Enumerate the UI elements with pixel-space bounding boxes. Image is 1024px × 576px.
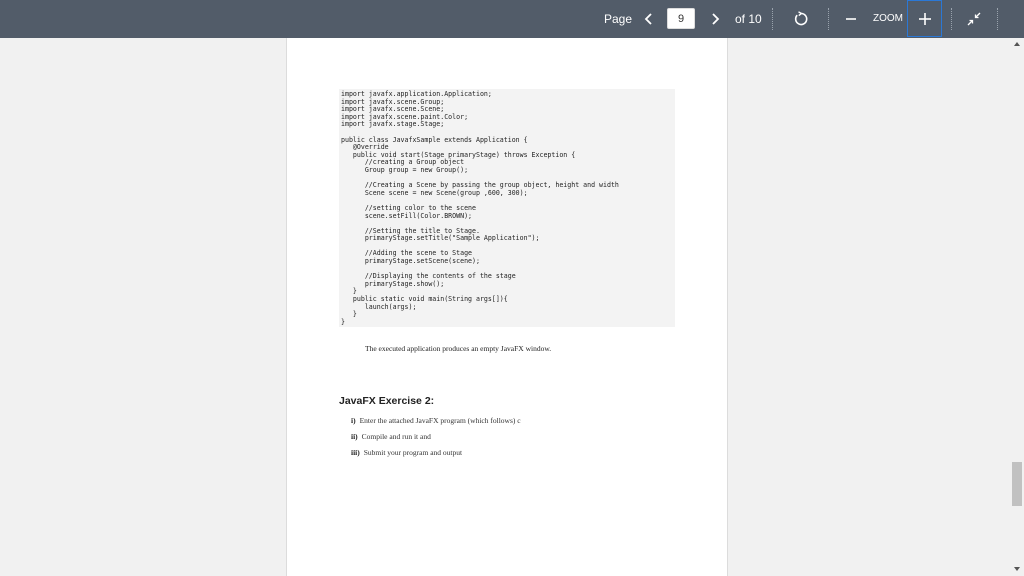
exercise-item-number: iii) [351,448,360,457]
zoom-in-button[interactable] [907,0,942,37]
pdf-toolbar: Page 9 of 10 ZOOM [0,0,1024,38]
code-line: scene.setFill(Color.BROWN); [364,211,473,220]
document-page: import javafx.application.Application; i… [286,38,728,576]
scrollbar-thumb[interactable] [1012,462,1022,506]
exercise-item: ii) Compile and run it and [351,432,431,441]
exercise-item-text: Compile and run it and [361,432,431,441]
exercise-item-number: ii) [351,432,358,441]
code-listing: import javafx.application.Application; i… [339,89,675,326]
code-line: Group group = new Group(); [364,165,469,174]
chevron-left-icon[interactable] [641,7,657,31]
plus-icon [917,10,933,28]
code-line: primaryStage.setScene(scene); [364,257,480,266]
page-number-input[interactable]: 9 [667,8,695,29]
exercise-item: iii) Submit your program and output [351,448,462,457]
exercise-item-text: Enter the attached JavaFX program (which… [359,416,521,425]
page-count: of 10 [735,12,762,26]
page-label: Page [604,12,633,26]
exercise-item-number: i) [351,416,356,425]
toolbar-divider [772,8,773,30]
code-line: } [341,317,345,326]
toolbar-divider [828,8,829,30]
exercise-item-text: Submit your program and output [363,448,463,457]
toolbar-divider [997,8,998,30]
code-line: Scene scene = new Scene(group ,600, 300)… [364,188,528,197]
rotate-icon[interactable] [791,7,811,31]
minus-icon[interactable] [844,7,858,31]
note-text: The executed application produces an emp… [365,344,552,353]
scroll-down-icon[interactable] [1014,567,1020,571]
collapse-icon[interactable] [966,7,982,31]
scroll-up-icon[interactable] [1014,42,1020,46]
code-line: primaryStage.setTitle("Sample Applicatio… [364,234,540,243]
code-line: import javafx.stage.Stage; [341,120,445,129]
toolbar-divider [951,8,952,30]
chevron-right-icon[interactable] [707,7,723,31]
exercise-title: JavaFX Exercise 2: [339,395,435,407]
code-block: import javafx.application.Application; i… [339,89,675,327]
exercise-item: i) Enter the attached JavaFX program (whi… [351,416,521,425]
zoom-label: ZOOM [873,13,903,24]
